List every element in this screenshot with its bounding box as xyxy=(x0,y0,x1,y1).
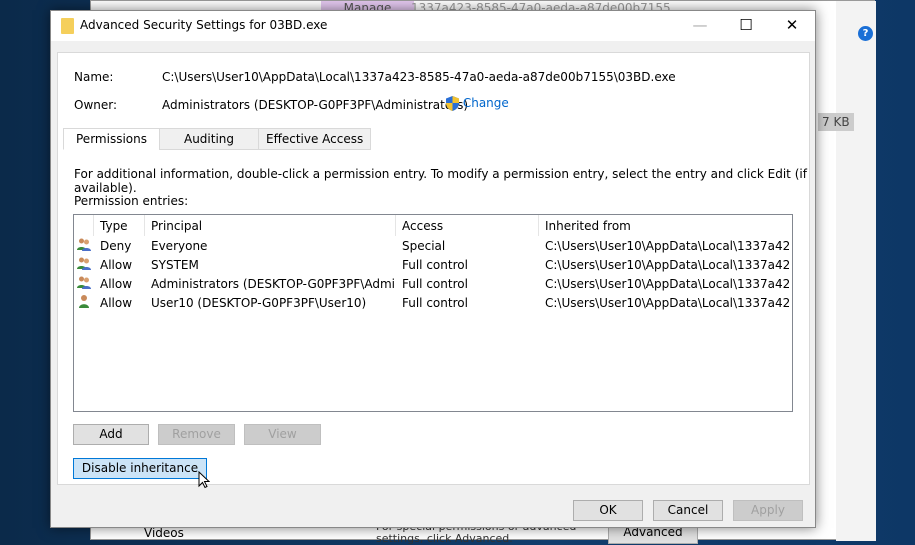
tab-auditing[interactable]: Auditing xyxy=(158,128,260,150)
row-access: Special xyxy=(402,239,446,253)
ok-button[interactable]: OK xyxy=(573,500,643,521)
name-value: C:\Users\User10\AppData\Local\1337a423-8… xyxy=(162,70,676,84)
users-group-icon xyxy=(74,256,94,275)
uac-shield-icon xyxy=(446,96,459,111)
minimize-button[interactable]: — xyxy=(677,11,723,41)
row-access: Full control xyxy=(402,277,468,291)
tab-permissions[interactable]: Permissions xyxy=(63,128,160,150)
explorer-right-panel xyxy=(836,1,876,541)
size-badge: 7 KB xyxy=(818,113,854,131)
row-inherited-from: C:\Users\User10\AppData\Local\1337a423-8… xyxy=(545,277,789,291)
tab-bar: Permissions Auditing Effective Access xyxy=(63,128,372,150)
mouse-cursor-icon xyxy=(198,471,210,489)
main-panel: Name: C:\Users\User10\AppData\Local\1337… xyxy=(57,52,810,489)
row-type: Deny xyxy=(100,239,132,253)
cancel-button[interactable]: Cancel xyxy=(653,500,723,521)
change-owner-link[interactable]: Change xyxy=(446,96,509,111)
change-link-text[interactable]: Change xyxy=(463,96,509,110)
users-group-icon xyxy=(74,275,94,294)
owner-value: Administrators (DESKTOP-G0PF3PF\Administ… xyxy=(162,98,469,112)
maximize-button[interactable]: ☐ xyxy=(723,11,769,41)
table-row[interactable]: Allow Administrators (DESKTOP-G0PF3PF\Ad… xyxy=(74,275,792,294)
nav-item-videos[interactable]: Videos xyxy=(144,526,184,540)
row-access: Full control xyxy=(402,258,468,272)
add-button[interactable]: Add xyxy=(73,424,149,445)
row-principal: Administrators (DESKTOP-G0PF3PF\Admini..… xyxy=(151,277,396,291)
entries-label: Permission entries: xyxy=(74,194,189,208)
column-header-type[interactable]: Type xyxy=(94,215,145,236)
row-access: Full control xyxy=(402,296,468,310)
advanced-security-dialog: Advanced Security Settings for 03BD.exe … xyxy=(50,10,816,528)
column-header-access[interactable]: Access xyxy=(396,215,539,236)
users-group-icon xyxy=(74,237,94,256)
row-principal: User10 (DESKTOP-G0PF3PF\User10) xyxy=(151,296,367,310)
permission-entries-list[interactable]: Type Principal Access Inherited from Den… xyxy=(73,214,793,412)
tab-effective-access[interactable]: Effective Access xyxy=(258,128,372,150)
row-type: Allow xyxy=(100,296,133,310)
user-icon xyxy=(74,294,94,313)
row-principal: Everyone xyxy=(151,239,208,253)
dialog-title: Advanced Security Settings for 03BD.exe xyxy=(80,18,328,32)
info-text: For additional information, double-click… xyxy=(74,167,807,195)
close-button[interactable]: ✕ xyxy=(769,11,815,41)
column-header-inherited-from[interactable]: Inherited from xyxy=(539,215,789,236)
icon-column-header[interactable] xyxy=(74,215,94,236)
owner-label: Owner: xyxy=(74,98,118,112)
title-bar: Advanced Security Settings for 03BD.exe … xyxy=(51,11,815,41)
table-row[interactable]: Allow SYSTEM Full control C:\Users\User1… xyxy=(74,256,792,275)
table-row[interactable]: Allow User10 (DESKTOP-G0PF3PF\User10) Fu… xyxy=(74,294,792,313)
remove-button[interactable]: Remove xyxy=(158,424,235,445)
disable-inheritance-button[interactable]: Disable inheritance xyxy=(73,458,207,479)
help-icon[interactable]: ? xyxy=(858,26,873,41)
list-header: Type Principal Access Inherited from xyxy=(74,215,792,237)
row-inherited-from: C:\Users\User10\AppData\Local\1337a423-8… xyxy=(545,239,789,253)
row-principal: SYSTEM xyxy=(151,258,199,272)
name-label: Name: xyxy=(74,70,114,84)
folder-icon xyxy=(61,18,74,34)
apply-button[interactable]: Apply xyxy=(733,500,803,521)
row-type: Allow xyxy=(100,277,133,291)
row-type: Allow xyxy=(100,258,133,272)
row-inherited-from: C:\Users\User10\AppData\Local\1337a423-8… xyxy=(545,258,789,272)
table-row[interactable]: Deny Everyone Special C:\Users\User10\Ap… xyxy=(74,237,792,256)
column-header-principal[interactable]: Principal xyxy=(145,215,396,236)
view-button[interactable]: View xyxy=(244,424,321,445)
row-inherited-from: C:\Users\User10\AppData\Local\1337a423-8… xyxy=(545,296,789,310)
